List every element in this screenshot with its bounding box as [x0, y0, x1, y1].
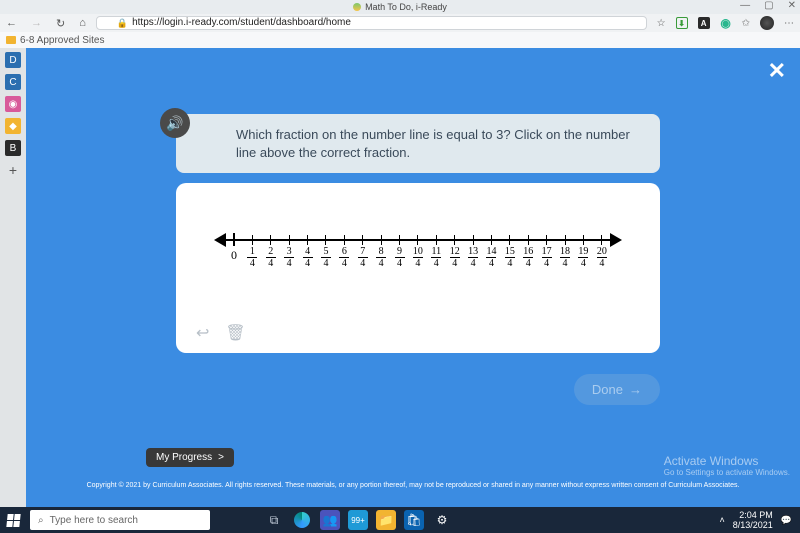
favorite-button[interactable]: ☆ — [657, 18, 666, 29]
windows-taskbar: ⌕ Type here to search ⧉ 👥 99+ 📁 🛍 ⚙ ˄ 2:… — [0, 507, 800, 533]
explorer-taskbar-icon[interactable]: 📁 — [376, 510, 396, 530]
lock-icon — [117, 17, 128, 30]
app-close-button[interactable]: ✕ — [768, 58, 786, 84]
activate-sub: Go to Settings to activate Windows. — [664, 468, 790, 477]
app-favicon-icon — [353, 3, 361, 11]
my-progress-label: My Progress — [156, 452, 212, 463]
tick-container: 0142434445464748494104114124134144154164… — [234, 233, 602, 273]
task-view-button[interactable]: ⧉ — [264, 510, 284, 530]
browser-toolbar: ← → ↻ ⌂ https://login.i-ready.com/studen… — [0, 14, 800, 32]
question-panel: 🔊 Which fraction on the number line is e… — [176, 114, 660, 173]
mail-taskbar-icon[interactable]: 99+ — [348, 510, 368, 530]
ext-icon-3[interactable]: ◉ — [720, 17, 732, 29]
card-tools: ↩ 🗑 — [196, 323, 246, 343]
teams-taskbar-icon[interactable]: 👥 — [320, 510, 340, 530]
home-button[interactable]: ⌂ — [79, 17, 86, 29]
system-tray: ˄ 2:04 PM 8/13/2021 💬 — [719, 510, 800, 530]
notifications-button[interactable]: 💬 — [781, 515, 792, 526]
sidebar-icon-1[interactable]: C — [5, 74, 21, 90]
back-button[interactable]: ← — [6, 17, 17, 29]
answer-card: 0142434445464748494104114124134144154164… — [176, 183, 660, 353]
collections-button[interactable]: ✩ — [742, 18, 750, 29]
workspace: DC ◉ ◆ B + ✕ 🔊 Which fraction on the number … — [0, 48, 800, 507]
iready-app: ✕ 🔊 Which fraction on the number line is… — [26, 48, 800, 507]
chevron-right-icon: > — [218, 452, 224, 463]
address-bar[interactable]: https://login.i-ready.com/student/dashbo… — [96, 16, 647, 30]
minimize-button[interactable]: — — [740, 0, 750, 11]
tray-date: 8/13/2021 — [733, 520, 773, 530]
sidebar-icon-3[interactable]: ◆ — [5, 118, 21, 134]
ext-icon-1[interactable]: ⬇ — [676, 17, 688, 29]
sidebar-icon-2[interactable]: ◉ — [5, 96, 21, 112]
my-progress-button[interactable]: My Progress > — [146, 448, 234, 467]
sidebar-icon-5[interactable]: + — [5, 162, 21, 178]
arrow-right-icon — [610, 233, 622, 247]
done-label: Done — [592, 382, 623, 397]
tray-chevron-icon[interactable]: ˄ — [719, 515, 724, 525]
window-title: Math To Do, i-Ready — [365, 2, 447, 12]
maximize-button[interactable]: ▢ — [764, 0, 773, 11]
start-button[interactable] — [0, 507, 26, 533]
taskbar-apps: ⧉ 👥 99+ 📁 🛍 ⚙ — [264, 510, 452, 530]
edge-sidebar: DC ◉ ◆ B + — [0, 48, 26, 507]
ext-icon-2[interactable]: A — [698, 17, 710, 29]
question-text: Which fraction on the number line is equ… — [236, 127, 630, 160]
trash-button[interactable]: 🗑 — [225, 323, 245, 343]
store-taskbar-icon[interactable]: 🛍 — [404, 510, 424, 530]
reload-button[interactable]: ↻ — [56, 17, 65, 30]
profile-avatar[interactable] — [760, 16, 774, 30]
speaker-icon[interactable]: 🔊 — [160, 108, 190, 138]
page-viewport: ✕ 🔊 Which fraction on the number line is… — [26, 48, 800, 507]
activate-windows-watermark: Activate Windows Go to Settings to activ… — [664, 454, 790, 477]
done-button[interactable]: Done → — [574, 374, 660, 405]
bookmarks-bar: 6-8 Approved Sites — [0, 32, 800, 48]
window-titlebar: Math To Do, i-Ready — ▢ ✕ — [0, 0, 800, 14]
edge-taskbar-icon[interactable] — [292, 510, 312, 530]
search-placeholder: Type here to search — [50, 515, 138, 526]
forward-button[interactable]: → — [31, 17, 42, 29]
copyright-text: Copyright © 2021 by Curriculum Associate… — [26, 482, 800, 489]
sidebar-icon-4[interactable]: B — [5, 140, 21, 156]
window-close-button[interactable]: ✕ — [788, 0, 796, 11]
number-line[interactable]: 0142434445464748494104114124134144154164… — [216, 233, 620, 273]
settings-taskbar-icon[interactable]: ⚙ — [432, 510, 452, 530]
arrow-right-icon: → — [629, 382, 642, 397]
more-button[interactable]: ⋯ — [784, 18, 794, 29]
search-icon: ⌕ — [38, 515, 44, 526]
folder-icon — [6, 36, 16, 44]
activate-title: Activate Windows — [664, 454, 790, 468]
undo-button[interactable]: ↩ — [196, 323, 209, 343]
sidebar-icon-0[interactable]: D — [5, 52, 21, 68]
url-text: https://login.i-ready.com/student/dashbo… — [132, 17, 351, 29]
bookmark-item[interactable]: 6-8 Approved Sites — [20, 35, 105, 46]
taskbar-search[interactable]: ⌕ Type here to search — [30, 510, 210, 530]
tray-time: 2:04 PM — [733, 510, 773, 520]
windows-logo-icon — [6, 514, 20, 527]
